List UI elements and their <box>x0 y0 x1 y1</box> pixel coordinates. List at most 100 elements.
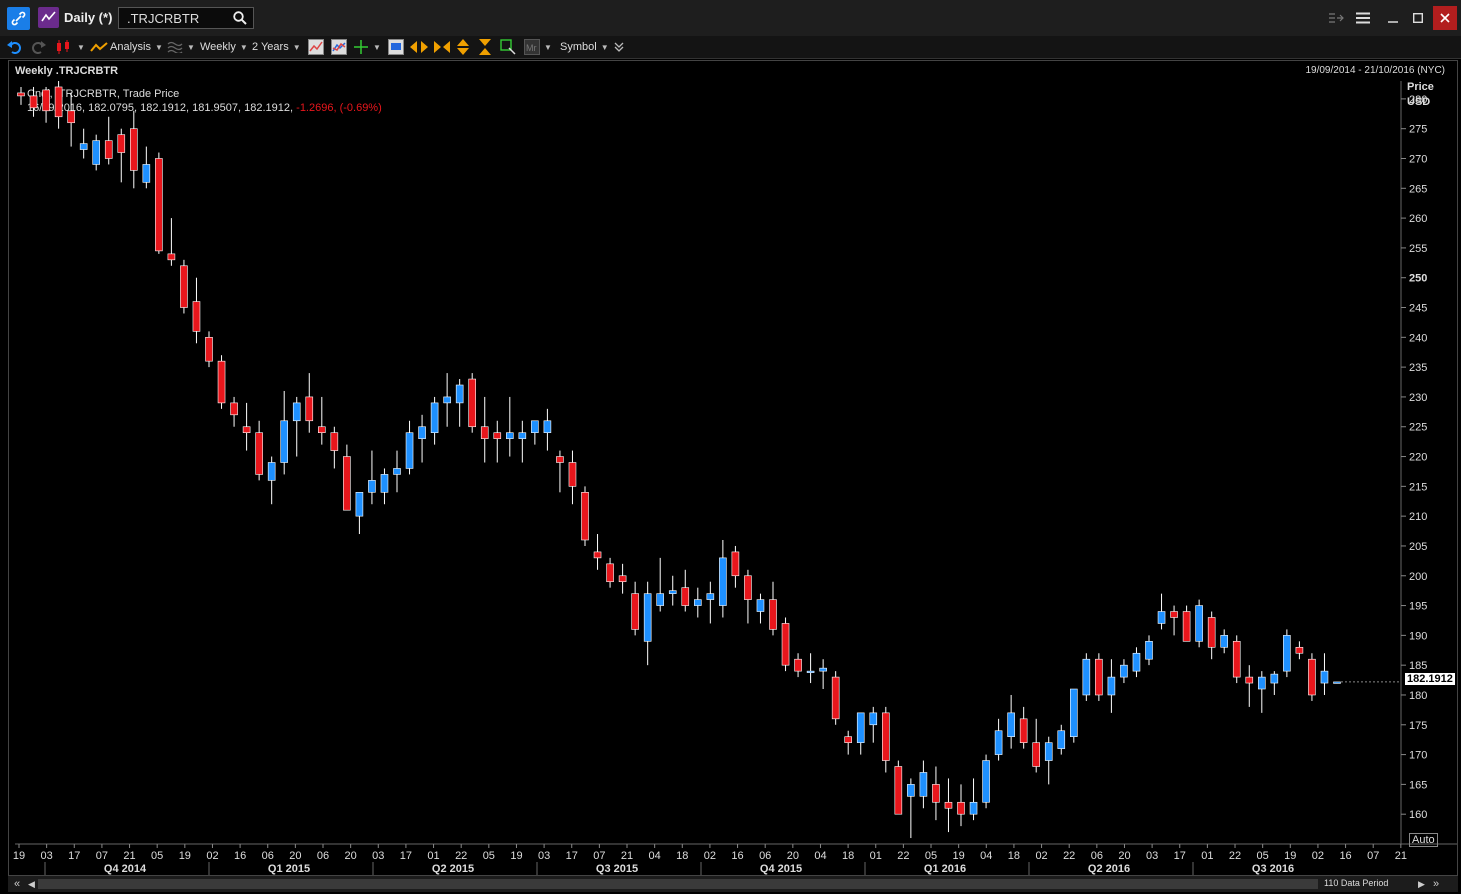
zoom-box-icon[interactable] <box>500 39 516 55</box>
x-tick-label: 03 <box>1146 850 1158 862</box>
quarter-label: Q4 2015 <box>760 863 802 875</box>
x-tick-label: 03 <box>41 850 53 862</box>
overlay-icon[interactable]: ▼ <box>167 39 195 55</box>
line-chart-icon[interactable] <box>308 39 324 55</box>
y-tick-label: 270 <box>1409 153 1427 165</box>
y-tick-label: 190 <box>1409 630 1427 642</box>
candle-body <box>769 599 777 630</box>
x-tick-label: 22 <box>455 850 467 862</box>
link-icon[interactable] <box>7 7 30 30</box>
redo-icon[interactable] <box>30 39 46 55</box>
candle-body <box>1295 646 1304 654</box>
x-tick-label: 07 <box>96 850 108 862</box>
quarter-label: Q3 2015 <box>596 863 638 875</box>
maximize-icon[interactable] <box>1408 8 1428 28</box>
candle-body <box>1220 635 1228 648</box>
search-icon[interactable] <box>233 11 247 30</box>
candle-body <box>1145 641 1153 660</box>
more-chevron-icon[interactable] <box>614 39 624 55</box>
candle-body <box>907 784 915 797</box>
step-right-icon[interactable]: ▶ <box>1418 879 1425 890</box>
candle-body <box>969 801 978 815</box>
candle-body <box>368 480 376 493</box>
x-tick-label: 19 <box>1284 850 1296 862</box>
y-tick-label: 215 <box>1409 481 1427 493</box>
candle-body <box>556 456 564 463</box>
candle-body <box>67 110 75 124</box>
window-title: Daily (*) <box>64 10 113 25</box>
x-tick-label: 01 <box>870 850 882 862</box>
candle-body <box>443 396 451 404</box>
candle-body <box>1207 617 1216 648</box>
undo-icon[interactable] <box>7 39 23 55</box>
candle-body <box>405 432 414 469</box>
candle-body <box>1095 658 1103 696</box>
chart-app-icon[interactable] <box>38 7 59 28</box>
y-tick-label: 195 <box>1409 601 1427 613</box>
minimize-icon[interactable] <box>1383 8 1403 28</box>
x-tick-label: 04 <box>814 850 826 862</box>
data-box-icon[interactable] <box>388 39 404 55</box>
x-tick-label: 17 <box>68 850 80 862</box>
x-tick-label: 18 <box>1008 850 1020 862</box>
scroll-left-icon[interactable]: « <box>14 878 20 890</box>
menu-icon[interactable] <box>1353 8 1373 28</box>
candle-body <box>1195 605 1203 642</box>
title-bar: Daily (*) <box>0 0 1461 36</box>
candle-body <box>1320 670 1329 684</box>
candle-body <box>856 712 865 743</box>
scroll-up-down-icon[interactable] <box>456 39 470 55</box>
candle-body <box>819 667 827 672</box>
candle-body <box>919 772 928 797</box>
interval-select[interactable]: Weekly ▼ <box>200 39 248 55</box>
link-chart-icon[interactable] <box>1326 8 1346 28</box>
candle-body <box>643 593 652 642</box>
close-button[interactable] <box>1433 6 1457 30</box>
candle-body <box>505 432 514 439</box>
x-tick-label: 04 <box>980 850 992 862</box>
scroll-left-right-icon[interactable] <box>410 39 428 55</box>
zoom-in-x-icon[interactable] <box>433 39 451 55</box>
x-tick-label: 05 <box>1257 850 1269 862</box>
candle-body <box>543 420 552 433</box>
x-tick-label: 17 <box>1174 850 1186 862</box>
y-tick-label: 180 <box>1409 690 1427 702</box>
analysis-menu[interactable]: Analysis ▼ <box>90 39 163 55</box>
candle-body <box>480 426 489 439</box>
candle-body <box>167 253 176 261</box>
compare-icon[interactable] <box>331 39 347 55</box>
symbol-menu[interactable]: Symbol ▼ <box>560 39 609 55</box>
zoom-in-y-icon[interactable] <box>478 39 492 55</box>
auto-scale-button[interactable]: Auto <box>1409 833 1438 847</box>
x-tick-label: 03 <box>538 850 550 862</box>
scroll-right-icon[interactable]: » <box>1433 878 1439 890</box>
candle-body <box>1070 688 1078 738</box>
horizontal-scrollbar[interactable]: « ◀ 110 Data Period ▶ » <box>8 876 1458 892</box>
y-tick-label: 280 <box>1409 94 1427 106</box>
marker-icon[interactable]: Mr ▼ <box>524 39 552 55</box>
candle-body <box>205 337 213 362</box>
range-select[interactable]: 2 Years ▼ <box>252 39 301 55</box>
candle-body <box>430 402 439 433</box>
candle-body <box>844 736 853 743</box>
candle-type-icon[interactable]: ▼ <box>55 39 85 55</box>
x-tick-label: 05 <box>151 850 163 862</box>
candle-body <box>117 134 126 153</box>
y-tick-label: 170 <box>1409 750 1427 762</box>
chart-panel[interactable]: Weekly .TRJCRBTR 19/09/2014 - 21/10/2016… <box>8 60 1458 876</box>
candle-body <box>693 599 702 606</box>
crosshair-icon[interactable]: ▼ <box>353 39 381 55</box>
step-left-icon[interactable]: ◀ <box>28 879 35 890</box>
candle-body <box>1258 676 1266 690</box>
scroll-track[interactable] <box>38 879 1318 889</box>
candle-body <box>1283 635 1291 672</box>
candle-body <box>531 420 539 433</box>
candle-body <box>192 301 201 332</box>
candlestick-chart[interactable]: 1601651701751801851901952002052102152202… <box>9 61 1457 875</box>
candle-body <box>1019 718 1028 743</box>
quarter-label: Q3 2016 <box>1252 863 1294 875</box>
candle-body <box>794 658 802 672</box>
x-tick-label: 07 <box>1367 850 1379 862</box>
x-tick-label: 19 <box>953 850 965 862</box>
y-tick-label: 230 <box>1409 392 1427 404</box>
